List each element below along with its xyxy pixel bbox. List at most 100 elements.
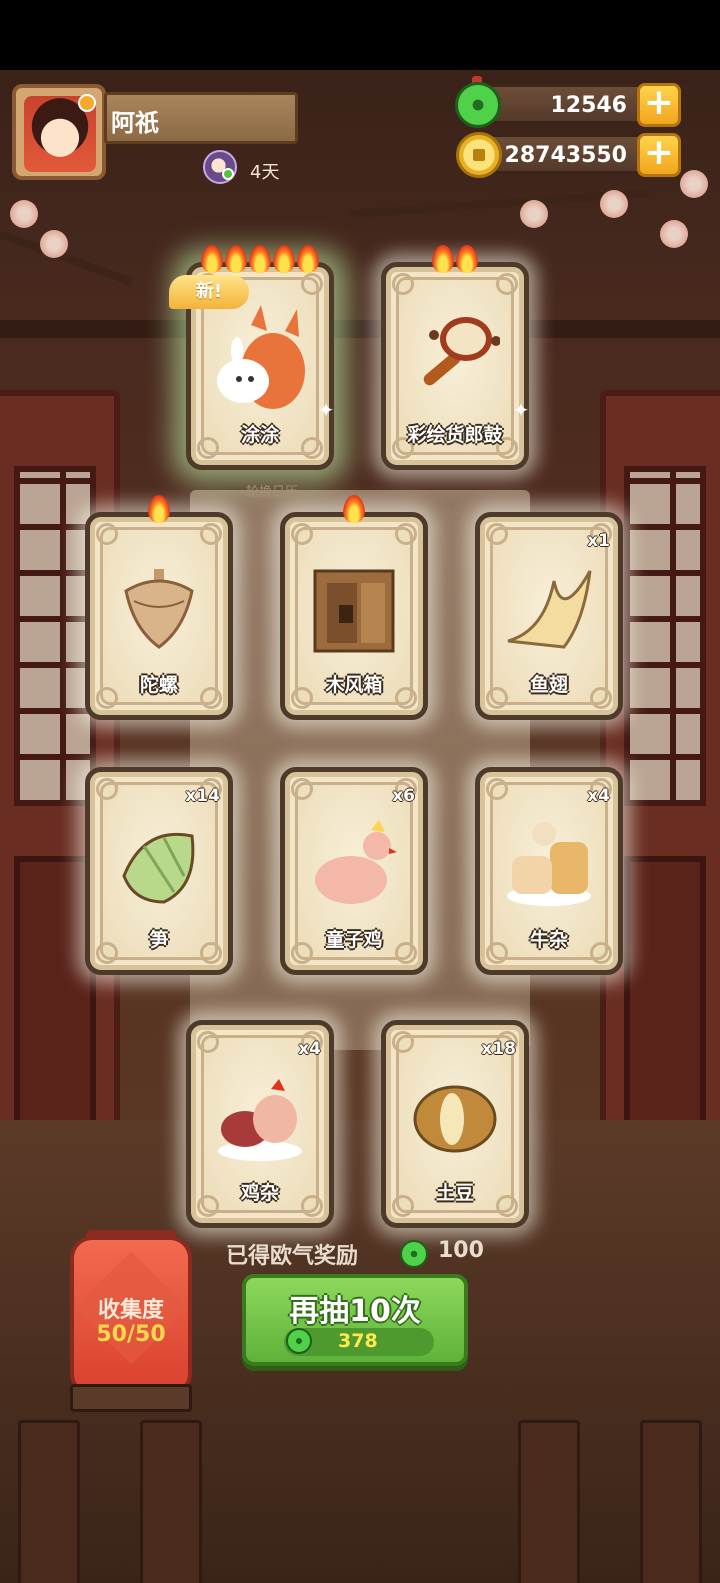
item-name: 鸡杂: [240, 1182, 279, 1204]
card-corner-swirl: [486, 523, 508, 545]
flame-badge-icon: [78, 94, 96, 112]
companion-icon: [203, 150, 237, 184]
flame-icon: [148, 495, 170, 523]
draw-cost: 378: [338, 1330, 378, 1352]
collection-label: 收集度: [97, 1298, 164, 1323]
chicken-icon: [309, 806, 399, 916]
card-corner-swirl: [291, 778, 313, 800]
add-jade-button[interactable]: +: [637, 83, 681, 127]
rattle-drum-icon: [410, 301, 501, 411]
add-coins-button[interactable]: +: [637, 133, 681, 177]
card-corner-swirl: [486, 778, 508, 800]
sparkle-icon: ✦: [512, 398, 530, 422]
item-name: 笋: [149, 929, 169, 951]
chicken-giblets-icon: [215, 1059, 305, 1169]
card-corner-swirl: [200, 523, 222, 545]
flame-icon: [273, 245, 295, 273]
item-card[interactable]: x4 牛杂: [475, 767, 623, 975]
item-quantity: x1: [587, 531, 610, 551]
item-card[interactable]: 木风箱: [280, 495, 428, 720]
item-card[interactable]: 陀螺: [85, 495, 233, 720]
item-name: 土豆: [435, 1182, 474, 1204]
blossom: [660, 220, 688, 248]
item-name: 木风箱: [325, 674, 383, 696]
jade-amount: 12546: [550, 93, 627, 118]
item-name: 牛杂: [529, 929, 568, 951]
item-card[interactable]: x18 土豆: [381, 1020, 529, 1228]
draw-again-button[interactable]: 再抽10次 378: [242, 1274, 468, 1366]
flame-icon: [225, 245, 247, 273]
name-plate: 阿祇: [104, 92, 298, 144]
fox-and-rabbit-icon: [215, 301, 305, 411]
item-name: 鱼翅: [529, 674, 568, 696]
collection-count: 50/50: [96, 1322, 166, 1347]
card-corner-swirl: [96, 523, 118, 545]
online-dot-icon: [222, 168, 234, 180]
sparkle-icon: ✦: [317, 398, 335, 422]
flame-icon: [297, 245, 319, 273]
reward-label: 已得欧气奖励: [226, 1244, 359, 1269]
blossom: [600, 190, 628, 218]
fence-post: [518, 1420, 580, 1583]
card-corner-swirl: [392, 273, 414, 295]
item-name: 涂涂: [240, 424, 279, 446]
item-card[interactable]: x6 童子鸡: [280, 767, 428, 975]
fence-post: [18, 1420, 80, 1583]
flame-icon: [343, 495, 365, 523]
item-card[interactable]: ✦ 彩绘货郎鼓: [381, 245, 530, 470]
item-quantity: x4: [298, 1039, 321, 1059]
card-corner-swirl: [197, 1031, 219, 1053]
fence-post: [640, 1420, 702, 1583]
jade-icon: [455, 82, 501, 128]
card-corner-swirl: [291, 523, 313, 545]
flame-icon: [456, 245, 478, 273]
player-name: 阿祇: [111, 109, 159, 137]
lantern-base: [70, 1384, 192, 1412]
jade-balance: 12546 +: [478, 83, 681, 127]
draw-button-label: 再抽10次: [289, 1294, 421, 1329]
spinning-top-icon: [114, 551, 204, 661]
item-card[interactable]: x1 鱼翅: [475, 512, 623, 720]
reward-value: 100: [438, 1238, 484, 1263]
jade-icon: [400, 1240, 428, 1268]
item-quantity: x4: [587, 786, 610, 806]
flame-icon: [201, 245, 223, 273]
potato-icon: [410, 1059, 500, 1169]
player-avatar[interactable]: [12, 84, 106, 180]
item-quantity: x18: [481, 1039, 516, 1059]
status-bar: [0, 0, 720, 70]
shark-fin-icon: [504, 551, 594, 661]
item-name: 彩绘货郎鼓: [407, 424, 503, 446]
item-name: 童子鸡: [325, 929, 383, 951]
card-corner-swirl: [301, 273, 323, 295]
card-corner-swirl: [496, 273, 518, 295]
rarity-flames: [285, 495, 423, 523]
rarity-flames: [386, 245, 524, 273]
jade-icon: [286, 1328, 312, 1354]
item-card[interactable]: x4 鸡杂: [186, 1020, 334, 1228]
rarity-flames: [191, 245, 329, 273]
item-card[interactable]: x14 笋: [85, 767, 233, 975]
flame-icon: [432, 245, 454, 273]
beef-offal-icon: [504, 806, 594, 916]
blossom: [520, 200, 548, 228]
new-badge: 新!: [169, 275, 249, 309]
bellows-icon: [309, 551, 399, 661]
calendar-label: 轮换日历: [246, 485, 299, 500]
blossom: [10, 200, 38, 228]
item-card[interactable]: 新! ✦ 涂涂: [169, 245, 335, 470]
card-corner-swirl: [392, 1031, 414, 1053]
flame-icon: [249, 245, 271, 273]
item-quantity: x14: [185, 786, 220, 806]
door-lattice: [624, 466, 706, 806]
days-counter: 4天: [250, 162, 280, 183]
blossom: [680, 170, 708, 198]
coin-amount: 28743550: [504, 143, 627, 168]
coin-balance: 28743550 +: [478, 133, 681, 177]
item-name: 陀螺: [139, 674, 178, 696]
item-quantity: x6: [392, 786, 415, 806]
door-lattice: [14, 466, 96, 806]
fence-post: [140, 1420, 202, 1583]
blossom: [40, 230, 68, 258]
card-corner-swirl: [395, 523, 417, 545]
